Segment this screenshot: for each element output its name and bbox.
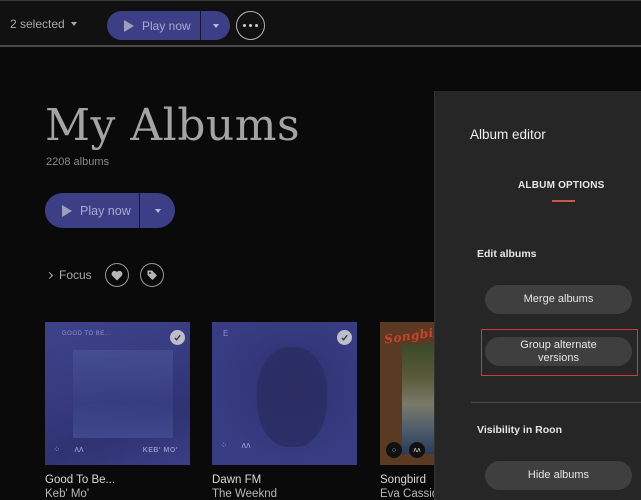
play-label: Play now [80, 203, 131, 218]
selected-check-icon[interactable] [170, 330, 185, 345]
section-visibility: Visibility in Roon [477, 424, 562, 436]
album-card[interactable]: Songbird ⁘ ᴧᴧ Songbird Eva Cassidy [380, 322, 434, 500]
selection-label: 2 selected [10, 17, 65, 31]
album-cover[interactable]: Songbird ⁘ ᴧᴧ [380, 322, 434, 465]
more-dot-icon [249, 24, 252, 27]
tidal-icon: ⁘ [386, 442, 402, 458]
play-options-button[interactable] [139, 193, 175, 228]
cover-text: E [223, 329, 229, 338]
selection-dropdown[interactable]: 2 selected [10, 17, 77, 31]
tab-album-options[interactable]: ALBUM OPTIONS [518, 180, 605, 191]
album-cover[interactable]: E ⁘ ᴧᴧ [212, 322, 357, 465]
heart-icon [111, 270, 123, 280]
play-split-button: Play now [45, 193, 175, 228]
tag-icon [147, 270, 157, 280]
more-dot-icon [243, 24, 246, 27]
album-editor-panel: Album editor ALBUM OPTIONS Edit albums M… [434, 91, 641, 500]
group-alternate-versions-button[interactable]: Group alternate versions [485, 337, 632, 366]
cover-text: KEB' MO' [142, 447, 178, 454]
album-title[interactable]: Good To Be... [45, 474, 190, 486]
top-bar: 2 selected Play now [0, 0, 641, 47]
section-edit-albums: Edit albums [477, 248, 537, 260]
top-play-now-button[interactable]: Play now [107, 11, 200, 40]
album-card[interactable]: E ⁘ ᴧᴧ Dawn FM The Weeknd [212, 322, 357, 500]
active-tab-indicator [552, 200, 575, 202]
chevron-down-icon [70, 22, 77, 26]
album-card[interactable]: GOOD TO BE... KEB' MO' ⁘ ᴧᴧ Good To Be..… [45, 322, 190, 500]
cover-art [73, 350, 173, 438]
focus-toggle[interactable]: Focus [45, 268, 92, 282]
section-divider [471, 402, 641, 403]
tidal-icon: ⁘ [220, 440, 228, 450]
album-cover[interactable]: GOOD TO BE... KEB' MO' ⁘ ᴧᴧ [45, 322, 190, 465]
favorite-filter-button[interactable] [105, 263, 129, 287]
hires-icon: ᴧᴧ [241, 440, 251, 450]
page-title: My Albums [45, 100, 301, 151]
chevron-right-icon [45, 271, 54, 279]
selected-check-icon[interactable] [337, 330, 352, 345]
source-icons: ⁘ ᴧᴧ [53, 444, 84, 455]
focus-label: Focus [59, 268, 92, 282]
play-now-button[interactable]: Play now [45, 193, 139, 228]
source-icons: ⁘ ᴧᴧ [220, 440, 251, 451]
chevron-down-icon [212, 23, 219, 28]
hires-icon: ᴧᴧ [74, 444, 84, 454]
top-play-label: Play now [142, 18, 191, 33]
hires-icon: ᴧᴧ [409, 442, 425, 458]
hide-albums-button[interactable]: Hide albums [485, 461, 632, 490]
play-icon [62, 204, 72, 217]
top-play-split-button: Play now [107, 11, 230, 40]
cover-text: GOOD TO BE... [62, 331, 112, 337]
tag-filter-button[interactable] [140, 263, 164, 287]
panel-title: Album editor [470, 127, 546, 142]
merge-albums-button[interactable]: Merge albums [485, 285, 632, 314]
play-icon [124, 19, 134, 32]
album-artist[interactable]: The Weeknd [212, 488, 357, 500]
cover-art [257, 347, 327, 447]
more-options-button[interactable] [236, 11, 265, 40]
album-title[interactable]: Dawn FM [212, 474, 357, 486]
album-count: 2208 albums [46, 156, 109, 168]
tidal-icon: ⁘ [53, 444, 61, 454]
album-title[interactable]: Songbird [380, 474, 434, 486]
cover-art [402, 344, 434, 454]
album-artist[interactable]: Eva Cassidy [380, 488, 434, 500]
top-play-options-button[interactable] [200, 11, 230, 40]
chevron-down-icon [154, 208, 161, 213]
more-dot-icon [255, 24, 258, 27]
album-artist[interactable]: Keb' Mo' [45, 488, 190, 500]
